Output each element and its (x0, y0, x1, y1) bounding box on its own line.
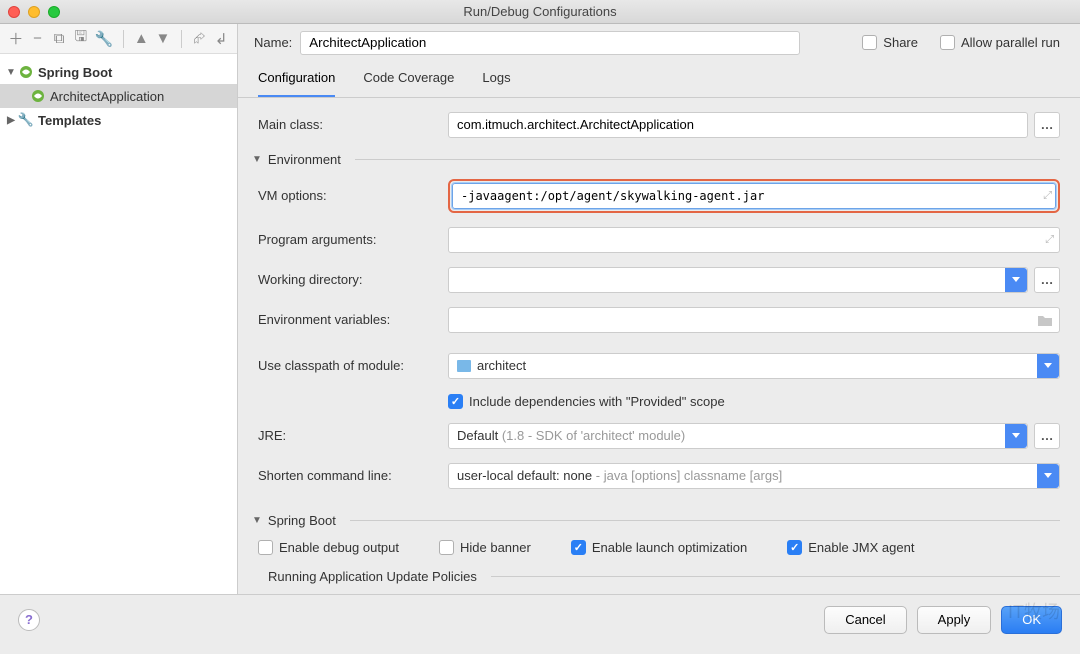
edit-config-button[interactable]: 🔧 (95, 30, 113, 48)
classpath-dropdown[interactable]: architect (448, 353, 1060, 379)
ok-button[interactable]: OK (1001, 606, 1062, 634)
tab-logs[interactable]: Logs (482, 62, 510, 97)
tab-code-coverage[interactable]: Code Coverage (363, 62, 454, 97)
footer: ? Cancel Apply OK (0, 594, 1080, 644)
vm-options-label: VM options: (258, 188, 448, 203)
environment-group[interactable]: ▼ Environment (252, 152, 1060, 167)
share-checkbox[interactable]: Share (862, 35, 918, 50)
titlebar: Run/Debug Configurations (0, 0, 1080, 24)
tree-node-spring-boot[interactable]: ▼ Spring Boot (0, 60, 237, 84)
hide-banner-checkbox[interactable]: Hide banner (439, 540, 531, 555)
remove-config-button[interactable]: − (30, 30, 46, 47)
program-args-input[interactable] (448, 227, 1060, 253)
maximize-icon[interactable] (48, 6, 60, 18)
browse-main-class-button[interactable]: … (1034, 112, 1060, 138)
vm-options-input[interactable] (452, 183, 1056, 209)
browse-working-dir-button[interactable]: … (1034, 267, 1060, 293)
help-button[interactable]: ? (18, 609, 40, 631)
program-args-label: Program arguments: (258, 232, 448, 247)
chevron-down-icon: ▼ (4, 67, 18, 78)
tree-label: Templates (38, 113, 101, 128)
jre-label: JRE: (258, 428, 448, 443)
move-down-button[interactable]: ▼ (155, 30, 171, 47)
chevron-right-icon: ▶ (4, 115, 18, 126)
update-policies-group: Running Application Update Policies (268, 569, 1060, 584)
chevron-down-icon: ▼ (252, 515, 262, 526)
move-up-button[interactable]: ▲ (134, 30, 150, 47)
save-config-button[interactable]: 🖫 (73, 26, 89, 51)
close-icon[interactable] (8, 6, 20, 18)
tab-configuration[interactable]: Configuration (258, 62, 335, 97)
working-dir-dropdown[interactable] (448, 267, 1028, 293)
name-input[interactable] (300, 31, 800, 55)
main-class-label: Main class: (258, 117, 448, 132)
wrench-icon: 🔧 (18, 112, 34, 128)
tabs: Configuration Code Coverage Logs (238, 62, 1080, 98)
spring-icon (18, 64, 34, 80)
window-controls (8, 6, 60, 18)
apply-button[interactable]: Apply (917, 606, 992, 634)
form-area: Main class: … ▼ Environment VM options: … (238, 98, 1080, 594)
module-icon (457, 360, 471, 372)
tree-node-templates[interactable]: ▶ 🔧 Templates (0, 108, 237, 132)
tree-label: ArchitectApplication (50, 89, 164, 104)
browse-jre-button[interactable]: … (1034, 423, 1060, 449)
config-tree: ▼ Spring Boot ArchitectApplication ▶ 🔧 T… (0, 54, 237, 594)
enable-debug-checkbox[interactable]: Enable debug output (258, 540, 399, 555)
tree-node-architect-application[interactable]: ArchitectApplication (0, 84, 237, 108)
spring-icon (30, 88, 46, 104)
env-vars-input[interactable] (448, 307, 1060, 333)
minimize-icon[interactable] (28, 6, 40, 18)
jre-dropdown[interactable]: Default (1.8 - SDK of 'architect' module… (448, 423, 1028, 449)
enable-launch-opt-checkbox[interactable]: ✓Enable launch optimization (571, 540, 747, 555)
folder-button[interactable]: ⮳ (192, 30, 208, 47)
include-provided-checkbox[interactable]: ✓Include dependencies with "Provided" sc… (448, 394, 725, 409)
cancel-button[interactable]: Cancel (824, 606, 906, 634)
env-vars-label: Environment variables: (258, 312, 448, 327)
allow-parallel-checkbox[interactable]: Allow parallel run (940, 35, 1060, 50)
shorten-cmd-label: Shorten command line: (258, 468, 448, 483)
copy-config-button[interactable]: ⧉ (51, 30, 67, 47)
working-dir-label: Working directory: (258, 272, 448, 287)
sidebar-toolbar: ＋ − ⧉ 🖫 🔧 ▲ ▼ ⮳ ↲ (0, 24, 237, 54)
add-config-button[interactable]: ＋ (8, 28, 24, 49)
main-class-input[interactable] (448, 112, 1028, 138)
main-panel: Name: Share Allow parallel run Configura… (238, 24, 1080, 594)
chevron-down-icon: ▼ (252, 154, 262, 165)
name-label: Name: (254, 35, 292, 50)
window-title: Run/Debug Configurations (0, 4, 1080, 19)
enable-jmx-checkbox[interactable]: ✓Enable JMX agent (787, 540, 914, 555)
spring-boot-group[interactable]: ▼ Spring Boot (252, 513, 1060, 528)
classpath-label: Use classpath of module: (258, 358, 448, 373)
tree-label: Spring Boot (38, 65, 112, 80)
expand-button[interactable]: ↲ (213, 30, 229, 48)
shorten-cmd-dropdown[interactable]: user-local default: none - java [options… (448, 463, 1060, 489)
sidebar: ＋ − ⧉ 🖫 🔧 ▲ ▼ ⮳ ↲ ▼ Spring Boot Architec… (0, 24, 238, 594)
